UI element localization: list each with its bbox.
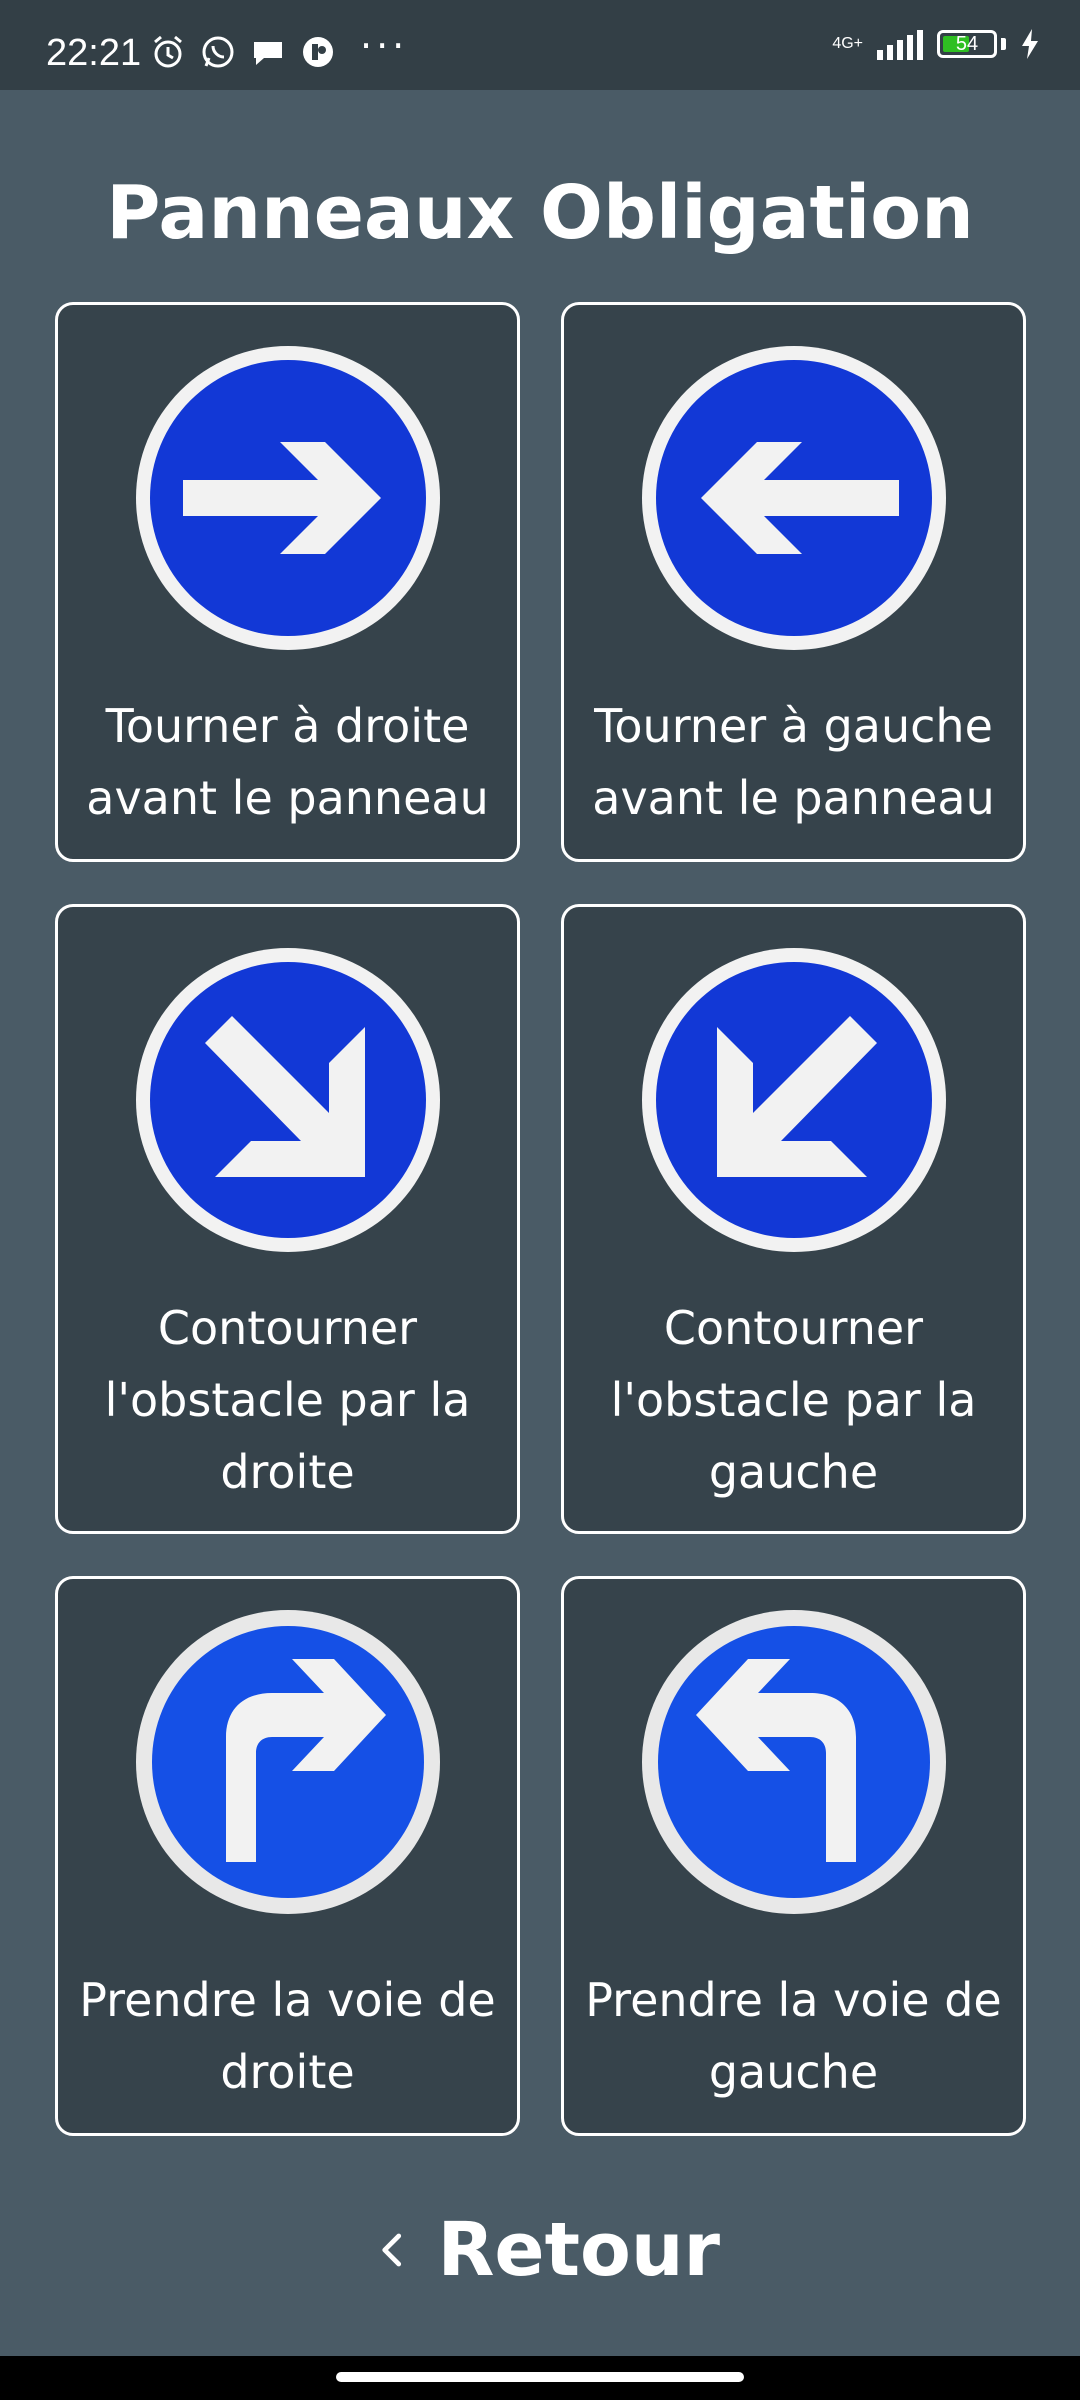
battery-icon: 54: [937, 30, 997, 58]
arrow-down-right-sign-icon: [133, 945, 443, 1255]
sign-label: Prendre la voie de droite: [79, 1973, 496, 2099]
sign-card-right-lane[interactable]: Prendre la voie de droite: [55, 1576, 520, 2136]
sign-card-turn-right-ahead[interactable]: Tourner à droite avant le panneau: [55, 302, 520, 862]
turn-right-sign-icon: [133, 1607, 443, 1917]
home-indicator[interactable]: [336, 2372, 744, 2382]
more-icon: ···: [360, 24, 409, 68]
turn-left-sign-icon: [639, 1607, 949, 1917]
arrow-down-left-sign-icon: [639, 945, 949, 1255]
arrow-left-sign-icon: [639, 343, 949, 653]
back-label: Retour: [437, 2207, 720, 2293]
app-icon: [303, 37, 333, 67]
sign-label: Contourner l'obstacle par la droite: [104, 1301, 471, 1499]
sign-label: Tourner à gauche avant le panneau: [592, 699, 995, 825]
charging-icon: [1022, 29, 1038, 59]
status-time: 22:21: [46, 32, 142, 74]
network-label: 4G+: [832, 35, 863, 52]
sign-card-pass-left[interactable]: Contourner l'obstacle par la gauche: [561, 904, 1026, 1534]
system-icons: 4G+ 54: [832, 28, 1040, 60]
notification-icons: [150, 34, 336, 70]
signal-icon: [877, 28, 923, 60]
chat-icon: [254, 42, 282, 65]
alarm-icon: [154, 35, 182, 68]
battery-cap: [1001, 38, 1006, 50]
page-title: Panneaux Obligation: [106, 170, 974, 256]
chevron-left-icon: [382, 2233, 402, 2267]
sign-card-pass-right[interactable]: Contourner l'obstacle par la droite: [55, 904, 520, 1534]
arrow-right-sign-icon: [133, 343, 443, 653]
navigation-bar: [0, 2356, 1080, 2400]
sign-card-left-lane[interactable]: Prendre la voie de gauche: [561, 1576, 1026, 2136]
status-bar: 22:21 ··· 4G+ 54: [0, 0, 1080, 90]
back-button[interactable]: Retour: [380, 2200, 720, 2300]
whatsapp-icon: [202, 36, 234, 68]
sign-label: Contourner l'obstacle par la gauche: [610, 1301, 977, 1499]
sign-label: Tourner à droite avant le panneau: [86, 699, 489, 825]
sign-card-turn-left-ahead[interactable]: Tourner à gauche avant le panneau: [561, 302, 1026, 862]
sign-label: Prendre la voie de gauche: [585, 1973, 1002, 2099]
battery-level: 54: [955, 32, 979, 55]
